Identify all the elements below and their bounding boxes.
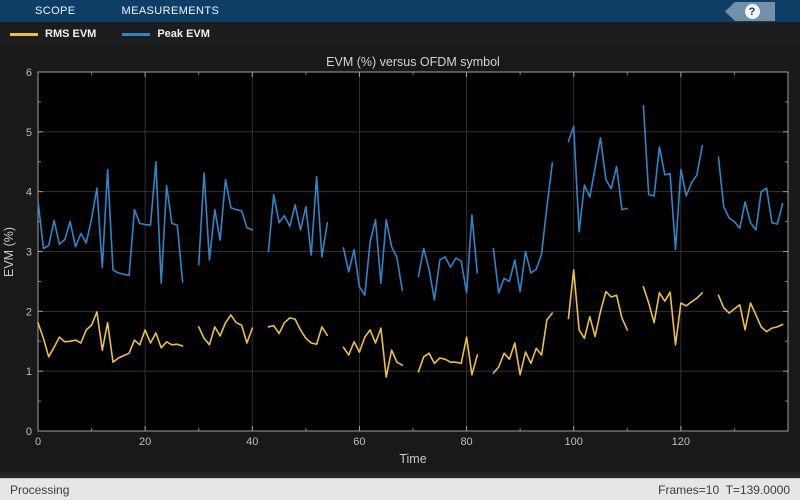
scope-window: SCOPE MEASUREMENTS ? RMS EVM Peak EVM 0 2… (0, 0, 800, 500)
x-tick-label: 80 (460, 436, 472, 448)
x-tick-label: 0 (35, 436, 41, 448)
tab-measurements[interactable]: MEASUREMENTS (122, 5, 220, 17)
x-tick-label: 40 (246, 436, 258, 448)
x-axis-label: Time (399, 452, 426, 466)
tab-scope[interactable]: SCOPE (35, 5, 76, 17)
chart-figure: 0 20 40 60 80 100 120 0 1 2 3 4 5 6 EVM (%) versus OF… (0, 46, 800, 472)
frames-time-readout: Frames=10 T=139.0000 (658, 482, 790, 497)
question-mark-icon: ? (744, 4, 760, 19)
status-bar: Processing Frames=10 T=139.0000 (0, 478, 800, 500)
y-tick-label: 4 (26, 187, 32, 199)
y-axis-label: EVM (%) (2, 227, 16, 277)
legend-item-rms-evm[interactable]: RMS EVM (10, 28, 96, 40)
y-tick-label: 6 (26, 67, 32, 79)
help-button[interactable]: ? (725, 2, 775, 21)
toolstrip: SCOPE MEASUREMENTS ? (0, 0, 800, 22)
help-label: ? (748, 5, 756, 18)
y-tick-label: 5 (26, 127, 32, 139)
x-tick-label: 60 (353, 436, 365, 448)
evm-chart: 0 20 40 60 80 100 120 0 1 2 3 4 5 6 EVM (%) versus OF… (2, 46, 794, 466)
status-message: Processing (10, 482, 70, 497)
x-tick-label: 100 (565, 436, 583, 448)
y-tick-label: 0 (26, 426, 32, 438)
legend-bar: RMS EVM Peak EVM (0, 22, 800, 46)
y-tick-label: 3 (26, 247, 32, 259)
chart-title: EVM (%) versus OFDM symbol (326, 55, 500, 69)
x-tick-label: 20 (139, 436, 151, 448)
rms-evm-line-swatch (10, 32, 38, 36)
legend-label: RMS EVM (45, 28, 97, 40)
y-tick-label: 1 (26, 366, 32, 378)
x-tick-label: 120 (672, 436, 690, 448)
peak-evm-line-swatch (122, 32, 151, 36)
y-tick-label: 2 (26, 306, 32, 318)
legend-item-peak-evm[interactable]: Peak EVM (122, 28, 210, 40)
legend-label: Peak EVM (157, 28, 210, 40)
